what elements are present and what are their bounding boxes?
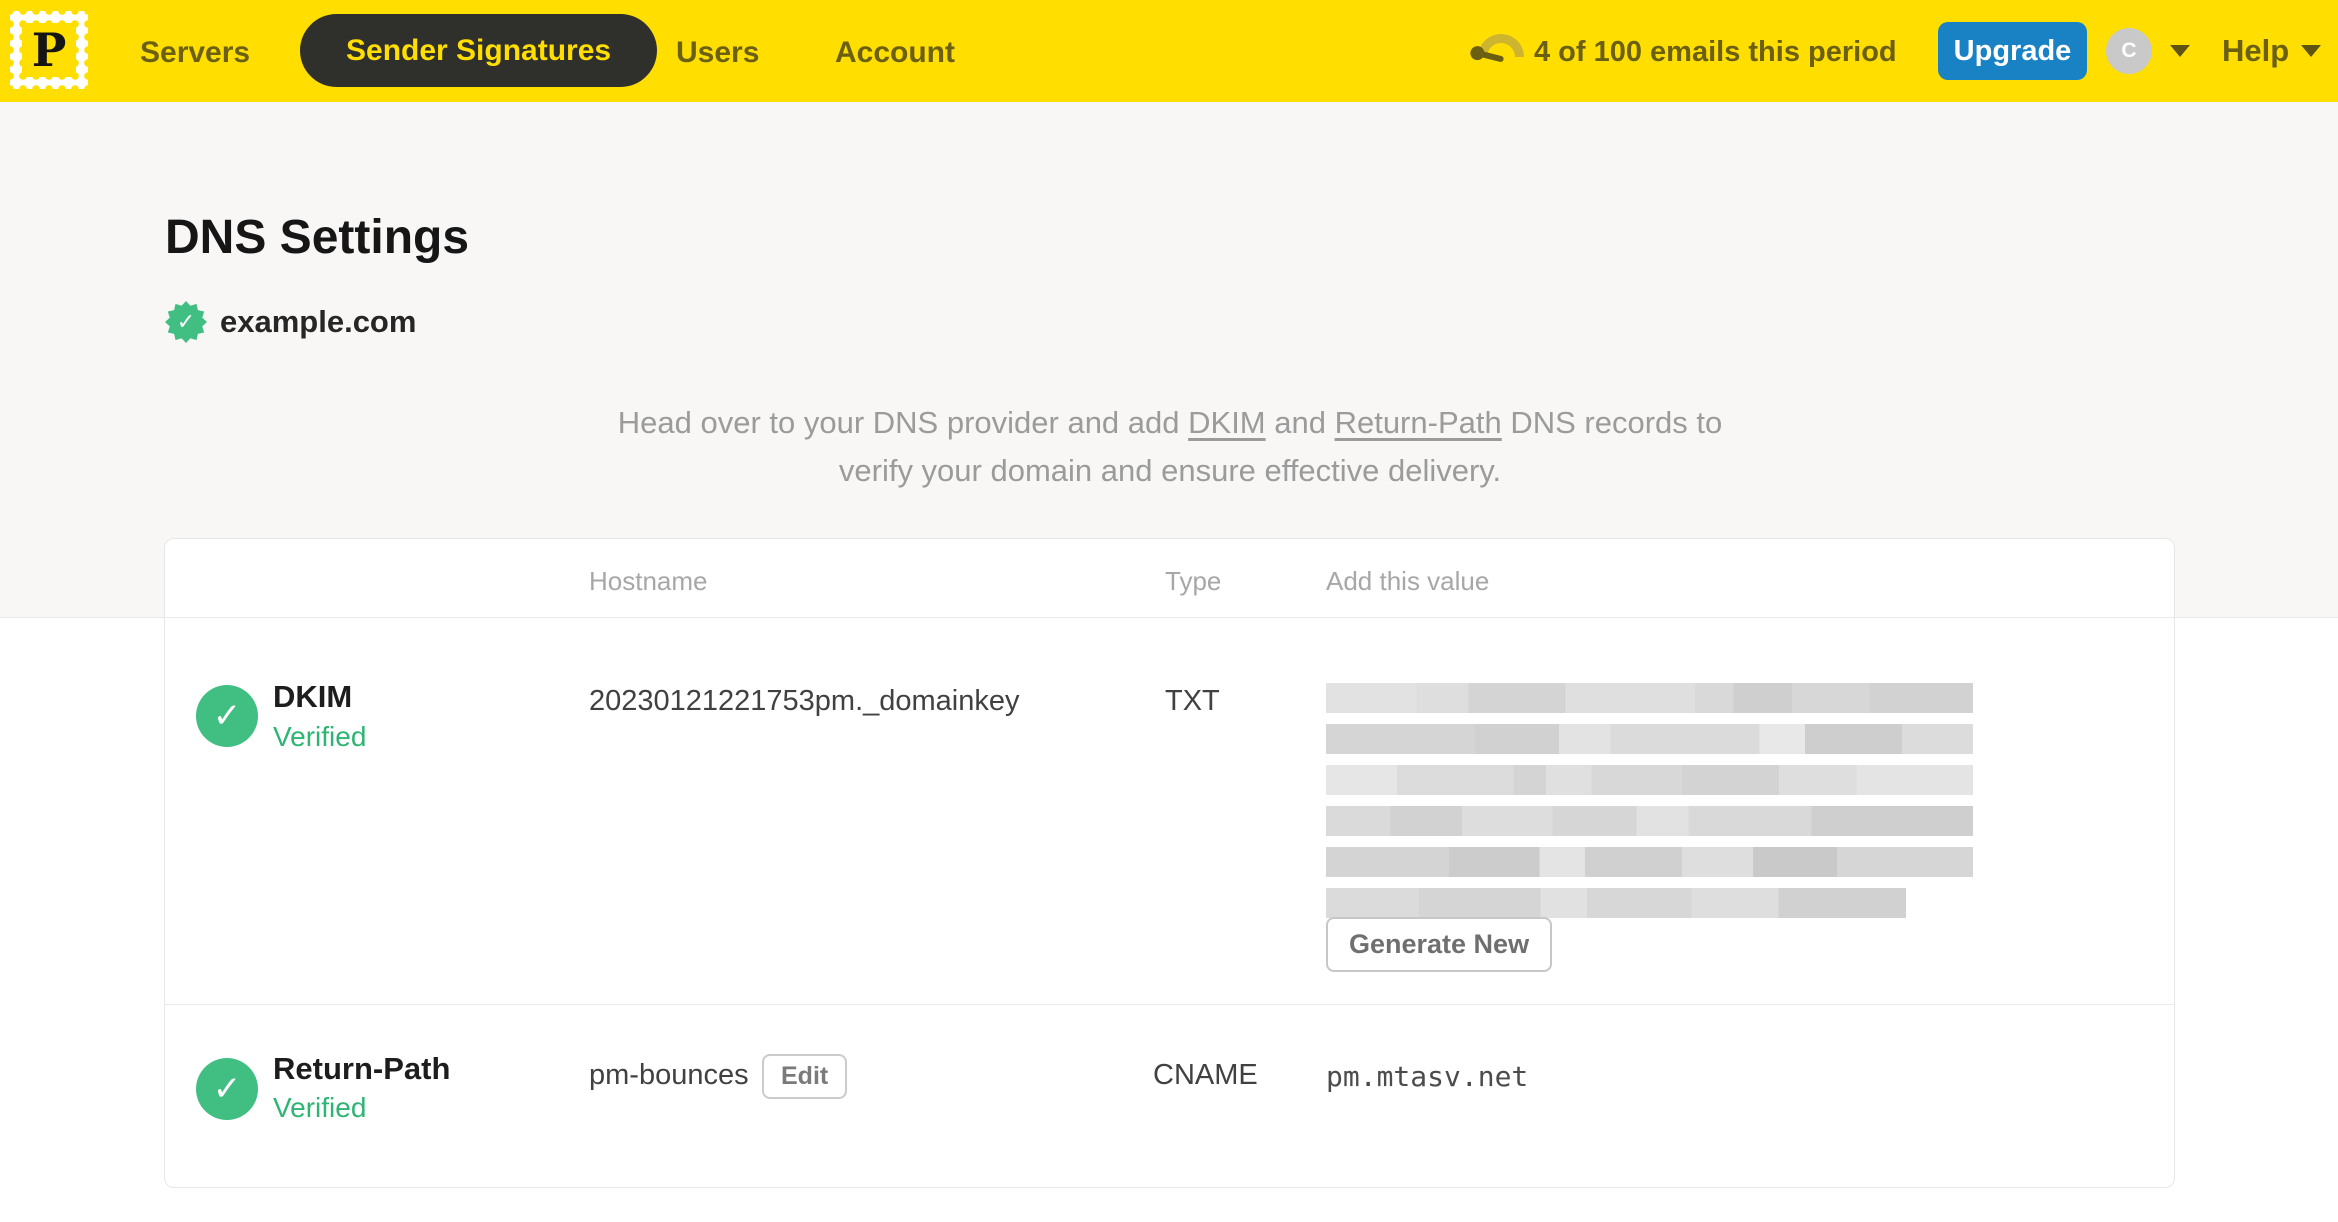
- redacted-value-bar: [1326, 806, 1973, 836]
- verified-check-icon: [196, 685, 258, 747]
- top-nav-bar: P Servers Sender Signatures Users Accoun…: [0, 0, 2338, 102]
- instructions-part: Head over to your DNS provider and add: [617, 405, 1189, 440]
- avatar[interactable]: C: [2106, 28, 2152, 74]
- domain-row: example.com: [165, 301, 416, 343]
- redacted-value-bar: [1326, 888, 1906, 918]
- dkim-record-type: TXT: [1165, 685, 1220, 717]
- instructions-text: Head over to your DNS provider and add D…: [165, 399, 2175, 495]
- nav-item-servers[interactable]: Servers: [140, 36, 250, 70]
- redacted-dkim-value: [1326, 683, 1973, 929]
- status-badge: Verified: [273, 721, 367, 752]
- help-label: Help: [2222, 33, 2290, 68]
- instructions-part: DNS records to: [1501, 405, 1723, 440]
- instructions-part: and: [1265, 405, 1335, 440]
- return-path-value: pm.mtasv.net: [1326, 1060, 1529, 1093]
- account-menu[interactable]: C: [2106, 0, 2190, 102]
- column-header-add-this-value: Add this value: [1326, 566, 1490, 596]
- dkim-link[interactable]: DKIM: [1188, 405, 1266, 440]
- nav-item-account[interactable]: Account: [835, 36, 955, 70]
- redacted-value-bar: [1326, 765, 1973, 795]
- edit-button[interactable]: Edit: [762, 1054, 848, 1099]
- logo-stamp-icon: P: [22, 23, 76, 77]
- record-name: DKIM: [273, 679, 353, 714]
- logo-letter: P: [31, 23, 67, 77]
- nav-item-users[interactable]: Users: [676, 36, 759, 70]
- record-name: Return-Path: [273, 1051, 451, 1086]
- usage-text: 4 of 100 emails this period: [1534, 36, 1897, 68]
- usage-gauge-icon: [1473, 34, 1524, 66]
- return-path-record-type: CNAME: [1153, 1059, 1258, 1091]
- postmark-logo[interactable]: P: [10, 11, 88, 89]
- nav-item-sender-signatures[interactable]: Sender Signatures: [300, 14, 658, 87]
- domain-name: example.com: [220, 304, 417, 339]
- return-path-hostname: pm-bounces: [589, 1059, 749, 1091]
- row-divider: [165, 1004, 2174, 1005]
- column-header-type: Type: [1165, 566, 1222, 596]
- chevron-down-icon: [2301, 45, 2322, 57]
- status-badge: Verified: [273, 1092, 367, 1123]
- redacted-value-bar: [1326, 724, 1973, 754]
- verified-seal-icon: [165, 301, 207, 343]
- generate-new-button[interactable]: Generate New: [1326, 917, 1553, 972]
- table-header-divider: [0, 617, 2338, 618]
- upgrade-button[interactable]: Upgrade: [1938, 22, 2087, 80]
- redacted-value-bar: [1326, 847, 1973, 877]
- redacted-value-bar: [1326, 683, 1973, 713]
- instructions-line-2: verify your domain and ensure effective …: [838, 453, 1502, 488]
- dns-records-card: Hostname Type Add this value DKIM Verifi…: [164, 538, 2175, 1188]
- help-menu[interactable]: Help: [2222, 0, 2322, 102]
- return-path-link[interactable]: Return-Path: [1335, 405, 1502, 440]
- chevron-down-icon: [2170, 45, 2190, 57]
- instructions-line-1: Head over to your DNS provider and add D…: [165, 399, 2175, 447]
- avatar-initial: C: [2121, 39, 2137, 62]
- page-title: DNS Settings: [165, 211, 470, 264]
- column-header-hostname: Hostname: [589, 566, 708, 596]
- dkim-hostname: 20230121221753pm._domainkey: [589, 685, 1020, 717]
- verified-check-icon: [196, 1058, 258, 1120]
